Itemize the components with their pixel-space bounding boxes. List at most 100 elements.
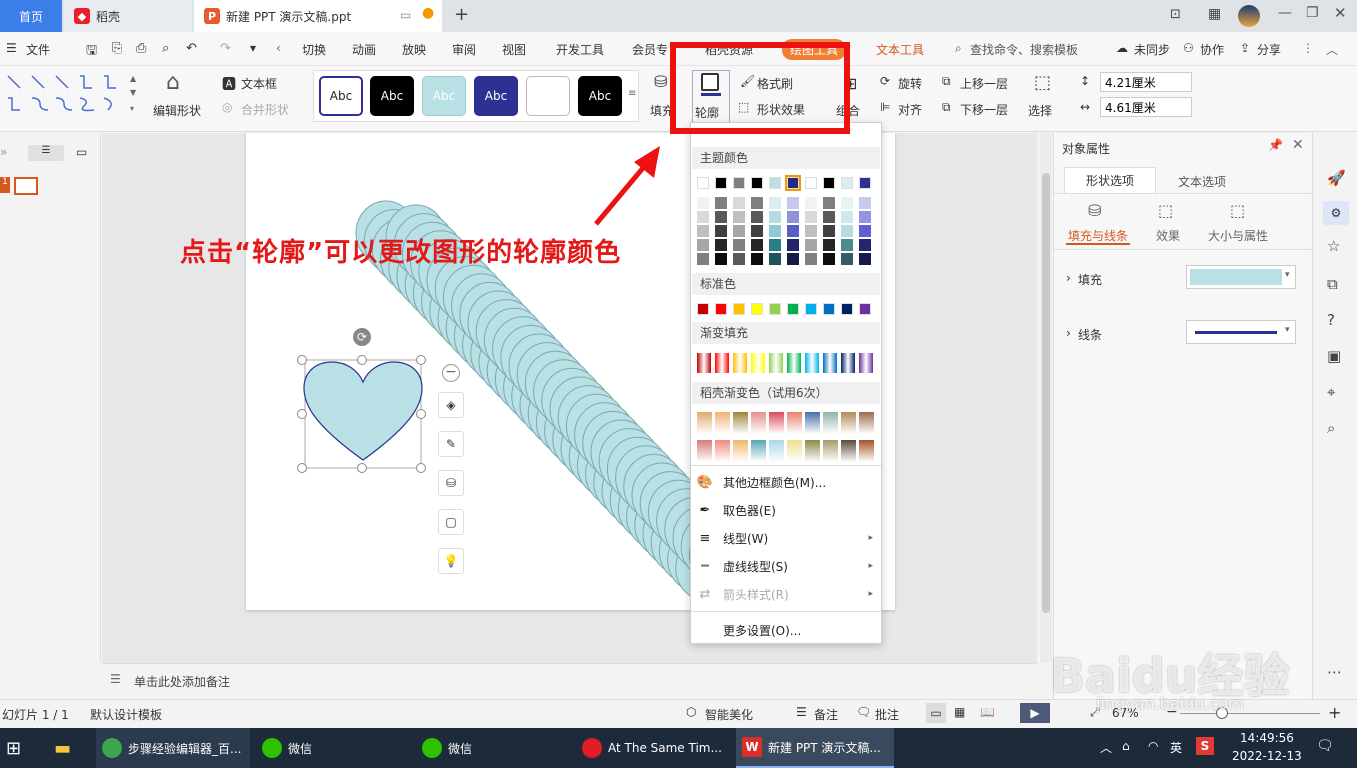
- color-swatch[interactable]: [733, 177, 745, 189]
- menu-text-tools[interactable]: 文本工具: [876, 41, 924, 58]
- menu-review[interactable]: 审阅: [452, 41, 476, 58]
- tint-swatch[interactable]: [841, 197, 853, 209]
- daoke-gradient-swatch[interactable]: [697, 412, 712, 434]
- export-icon[interactable]: ⎘: [112, 41, 122, 56]
- daoke-gradient-swatch[interactable]: [697, 440, 712, 462]
- tab-size-properties[interactable]: 大小与属性: [1208, 227, 1268, 244]
- notification-icon[interactable]: 🗨: [1316, 738, 1334, 754]
- tint-swatch[interactable]: [823, 239, 835, 251]
- daoke-gradient-swatch[interactable]: [787, 440, 802, 462]
- fill-float-button[interactable]: ⛁: [438, 470, 464, 496]
- menu-transition[interactable]: 切换: [302, 41, 326, 58]
- tint-swatch[interactable]: [823, 225, 835, 237]
- tint-swatch[interactable]: [733, 225, 745, 237]
- tint-swatch[interactable]: [751, 197, 763, 209]
- color-swatch[interactable]: [751, 177, 763, 189]
- file-explorer-icon[interactable]: ▬: [54, 738, 71, 759]
- color-swatch[interactable]: [859, 177, 871, 189]
- close-panel-icon[interactable]: ✕: [1292, 137, 1304, 153]
- gallery-down-icon[interactable]: ▼: [130, 88, 136, 97]
- tint-swatch[interactable]: [733, 239, 745, 251]
- tint-swatch[interactable]: [715, 253, 727, 265]
- tint-swatch[interactable]: [805, 211, 817, 223]
- tint-swatch[interactable]: [841, 225, 853, 237]
- resize-handle[interactable]: [297, 463, 307, 473]
- color-swatch[interactable]: [785, 175, 801, 191]
- style-more-icon[interactable]: ≡: [628, 88, 636, 99]
- daoke-gradient-swatch[interactable]: [841, 412, 856, 434]
- style-preset-2[interactable]: Abc: [370, 76, 414, 116]
- line-type-item[interactable]: ≡ 线型(W) ▸: [697, 527, 877, 549]
- resize-handle[interactable]: [357, 463, 367, 473]
- arrow-style-item[interactable]: ⇄ 箭头样式(R) ▸: [697, 583, 877, 605]
- search-doc-icon[interactable]: ⌕: [1327, 419, 1335, 437]
- daoke-gradient-swatch[interactable]: [841, 440, 856, 462]
- tint-swatch[interactable]: [751, 211, 763, 223]
- tint-swatch[interactable]: [787, 197, 799, 209]
- tint-swatch[interactable]: [787, 211, 799, 223]
- edit-shape-button[interactable]: 编辑形状: [153, 102, 201, 119]
- tint-swatch[interactable]: [841, 211, 853, 223]
- task-item[interactable]: 微信: [416, 728, 570, 768]
- hamburger-icon[interactable]: ☰: [6, 41, 17, 55]
- tint-swatch[interactable]: [859, 225, 871, 237]
- outline-view-icon[interactable]: ☰: [28, 145, 64, 161]
- align-button[interactable]: 对齐: [898, 101, 922, 118]
- tint-swatch[interactable]: [823, 211, 835, 223]
- task-item[interactable]: At The Same Tim...: [576, 728, 730, 768]
- daoke-gradient-swatch[interactable]: [715, 412, 730, 434]
- ime-indicator[interactable]: 英: [1170, 739, 1182, 756]
- width-input[interactable]: [1100, 97, 1192, 117]
- tint-swatch[interactable]: [715, 239, 727, 251]
- style-preset-5[interactable]: [526, 76, 570, 116]
- tint-swatch[interactable]: [697, 225, 709, 237]
- screen-icon[interactable]: ▭: [400, 8, 411, 22]
- collapse-float-icon[interactable]: −: [442, 364, 460, 382]
- daoke-gradient-swatch[interactable]: [859, 440, 874, 462]
- tint-swatch[interactable]: [859, 211, 871, 223]
- comment-button[interactable]: 批注: [875, 706, 899, 723]
- tint-swatch[interactable]: [859, 239, 871, 251]
- daoke-gradient-swatch[interactable]: [733, 440, 748, 462]
- gradient-swatch[interactable]: [715, 353, 729, 373]
- style-preset-3[interactable]: Abc: [422, 76, 466, 116]
- tint-swatch[interactable]: [697, 197, 709, 209]
- gallery-up-icon[interactable]: ▲: [130, 74, 136, 83]
- help-icon[interactable]: ?: [1327, 311, 1335, 329]
- window-mode-icon[interactable]: ⊡: [1170, 7, 1181, 22]
- style-preset-6[interactable]: Abc: [578, 76, 622, 116]
- tab-daoke[interactable]: ◆ 稻壳: [64, 0, 192, 32]
- tint-swatch[interactable]: [841, 239, 853, 251]
- color-swatch[interactable]: [733, 303, 745, 315]
- zoom-in-icon[interactable]: +: [1328, 703, 1341, 722]
- pen-float-button[interactable]: ✎: [438, 431, 464, 457]
- more-icon[interactable]: ⋮: [1302, 41, 1314, 55]
- tint-swatch[interactable]: [823, 253, 835, 265]
- collapse-ribbon-icon[interactable]: ︿: [1326, 41, 1338, 58]
- network-icon[interactable]: ⌂: [1122, 739, 1130, 753]
- scrollbar-thumb[interactable]: [1042, 173, 1050, 613]
- style-preset-4[interactable]: Abc: [474, 76, 518, 116]
- beautify-button[interactable]: 智能美化: [705, 706, 753, 723]
- slide-view-icon[interactable]: ▭: [76, 145, 87, 159]
- tint-swatch[interactable]: [733, 253, 745, 265]
- preview-icon[interactable]: ⌕: [162, 41, 169, 56]
- avatar[interactable]: [1238, 5, 1260, 27]
- gradient-swatch[interactable]: [769, 353, 783, 373]
- gradient-swatch[interactable]: [841, 353, 855, 373]
- menu-file[interactable]: 文件: [26, 41, 50, 58]
- height-input[interactable]: [1100, 72, 1192, 92]
- vertical-scrollbar[interactable]: [1040, 133, 1052, 663]
- tint-swatch[interactable]: [859, 253, 871, 265]
- color-swatch[interactable]: [769, 303, 781, 315]
- daoke-gradient-swatch[interactable]: [751, 412, 766, 434]
- tint-swatch[interactable]: [733, 197, 745, 209]
- template-name[interactable]: 默认设计模板: [90, 706, 162, 723]
- menu-view[interactable]: 视图: [502, 41, 526, 58]
- resize-handle[interactable]: [416, 463, 426, 473]
- color-swatch[interactable]: [841, 303, 853, 315]
- star-icon[interactable]: ☆: [1327, 237, 1340, 255]
- rotate-button[interactable]: 旋转: [898, 75, 922, 92]
- color-swatch[interactable]: [805, 177, 817, 189]
- menu-member[interactable]: 会员专: [632, 41, 668, 58]
